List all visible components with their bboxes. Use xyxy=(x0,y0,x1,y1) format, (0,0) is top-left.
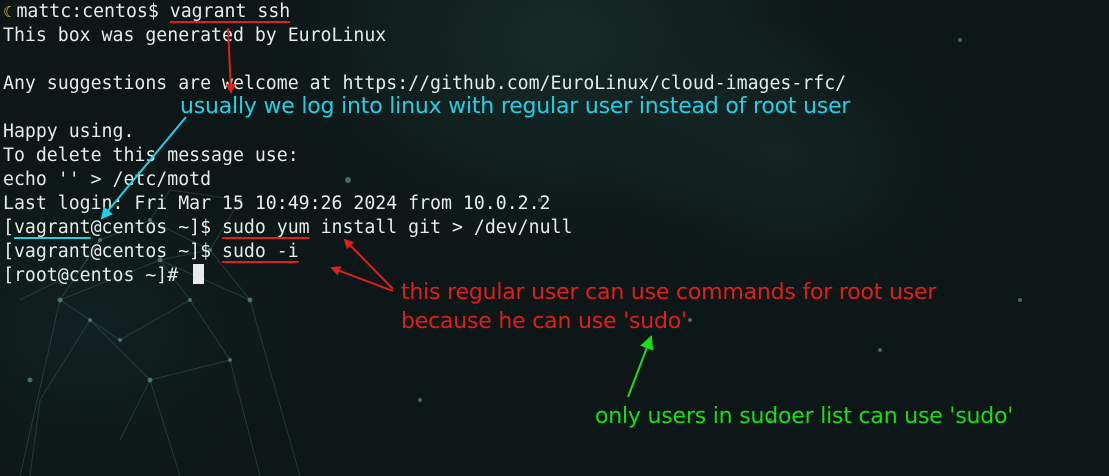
motd-delete-line: To delete this message use: xyxy=(3,145,299,166)
annotation-sudo-explanation: this regular user can use commands for r… xyxy=(401,278,936,336)
motd-generated-line: This box was generated by EuroLinux xyxy=(3,25,387,46)
annotation-sudo-line-1: this regular user can use commands for r… xyxy=(401,280,937,305)
prompt-host: @centos ~]$ xyxy=(90,217,223,238)
annotation-sudo-line-2: because he can use 'sudo' xyxy=(401,309,687,334)
prompt-username: vagrant xyxy=(13,217,91,238)
prompt-bracket: [ xyxy=(3,217,14,238)
vagrant-prompt: [vagrant@centos ~]$ xyxy=(3,241,222,262)
last-login-line: Last login: Fri Mar 15 10:49:26 2024 fro… xyxy=(3,193,551,214)
annotation-sudoer-list: only users in sudoer list can use 'sudo' xyxy=(595,404,1014,429)
terminal-line-sudo-i: [vagrant@centos ~]$ sudo -i xyxy=(3,240,1103,264)
terminal-cursor[interactable] xyxy=(193,264,205,284)
host-prompt: mattc:centos$ xyxy=(16,1,170,22)
command-sudo-i: sudo -i xyxy=(222,241,299,262)
terminal-output: ☾mattc:centos$ vagrant ssh This box was … xyxy=(3,0,1103,288)
motd-echo-line: echo '' > /etc/motd xyxy=(3,169,212,190)
command-sudo-yum: sudo yum xyxy=(222,217,310,238)
command-vagrant-ssh: vagrant ssh xyxy=(169,1,291,22)
motd-happy-line: Happy using. xyxy=(3,121,135,142)
terminal-line-sudo-yum: [vagrant@centos ~]$ sudo yum install git… xyxy=(3,216,1103,240)
arrow-green-to-sudo xyxy=(627,335,654,398)
annotation-regular-user: usually we log into linux with regular u… xyxy=(180,94,851,119)
command-args: install git > /dev/null xyxy=(309,217,573,238)
root-prompt: [root@centos ~]# xyxy=(3,265,190,286)
terminal-line-host-prompt: ☾mattc:centos$ vagrant ssh xyxy=(3,0,1103,24)
crescent-moon-icon: ☾ xyxy=(3,3,17,21)
